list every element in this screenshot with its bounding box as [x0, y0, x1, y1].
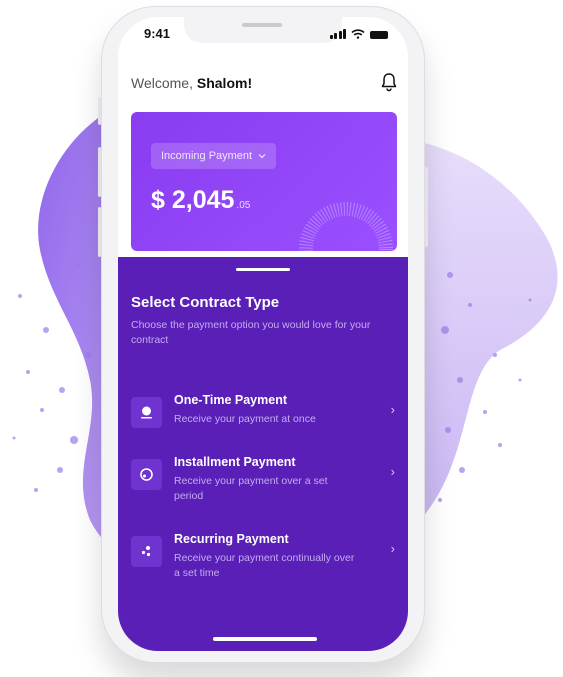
option-title: Recurring Payment	[174, 532, 289, 546]
option-description: Receive your payment at once	[174, 413, 316, 425]
contract-type-sheet: Select Contract Type Choose the payment …	[118, 257, 408, 651]
status-time: 9:41	[144, 26, 171, 41]
balance-amount: $ 2,045 .05	[151, 186, 250, 215]
app-stage: 9:41 Welcome, Shalom! Incoming Payment $…	[0, 0, 563, 677]
chevron-right-icon: ›	[390, 541, 395, 556]
greeting-text: Welcome,	[131, 75, 193, 91]
recurring-icon	[131, 536, 162, 567]
option-installment-payment[interactable]: Installment Payment Receive your payment…	[131, 455, 401, 515]
amount-main: $ 2,045	[151, 186, 235, 214]
user-name: Shalom!	[196, 75, 253, 91]
one-time-icon	[131, 397, 162, 428]
sheet-title: Select Contract Type	[131, 294, 280, 311]
balance-card: Incoming Payment $ 2,045 .05	[131, 112, 397, 251]
mute-switch	[98, 97, 101, 125]
amount-cents: .05	[236, 200, 251, 211]
installment-icon	[131, 459, 162, 490]
welcome-message: Welcome, Shalom!	[131, 75, 252, 91]
option-title: One-Time Payment	[174, 393, 288, 407]
battery-icon	[370, 31, 388, 39]
dropdown-label: Incoming Payment	[161, 150, 253, 162]
decorative-dotted-ring-icon	[299, 202, 393, 251]
volume-up-button	[98, 147, 101, 197]
speaker-grill	[242, 23, 282, 27]
chevron-right-icon: ›	[390, 402, 395, 417]
option-recurring-payment[interactable]: Recurring Payment Receive your payment c…	[131, 532, 401, 592]
option-description: Receive your payment continually over a …	[174, 552, 355, 579]
wifi-icon	[351, 29, 365, 39]
notch	[184, 17, 342, 43]
volume-down-button	[98, 207, 101, 257]
sheet-drag-handle[interactable]	[236, 268, 290, 271]
chevron-right-icon: ›	[390, 464, 395, 479]
option-description: Receive your payment over a set period	[174, 475, 328, 502]
status-icons	[329, 29, 388, 39]
phone-screen: 9:41 Welcome, Shalom! Incoming Payment $…	[118, 17, 408, 651]
sheet-subtitle: Choose the payment option you would love…	[131, 319, 371, 346]
payment-type-dropdown[interactable]: Incoming Payment	[151, 143, 277, 169]
chevron-down-icon	[258, 154, 266, 159]
notification-bell-icon[interactable]	[380, 72, 398, 92]
power-button	[425, 167, 428, 247]
signal-icon	[329, 29, 346, 39]
option-title: Installment Payment	[174, 455, 296, 469]
option-one-time-payment[interactable]: One-Time Payment Receive your payment at…	[131, 393, 401, 453]
home-indicator[interactable]	[213, 637, 317, 641]
